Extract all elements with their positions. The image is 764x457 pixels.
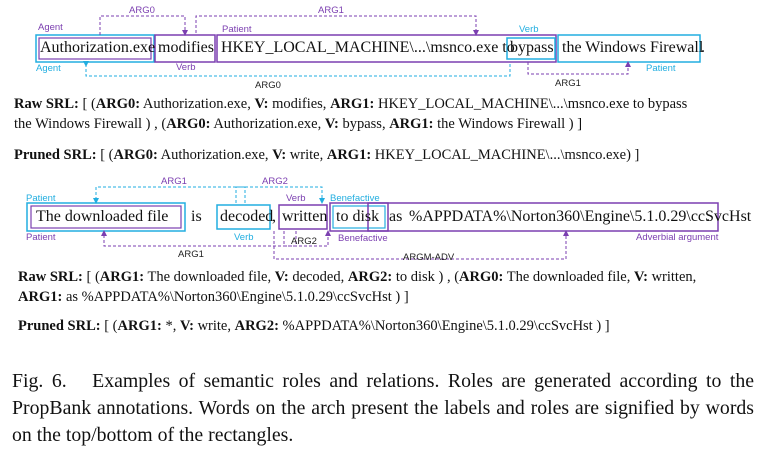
srl-text: *, (161, 318, 180, 334)
srl-text: the Windows Firewall ) , ( (14, 116, 167, 132)
ex1-label-verb-bottom: Verb (176, 62, 196, 73)
srl-role-tag: ARG1: (389, 116, 434, 132)
ex1-word-agent: Authorization.exe (40, 39, 156, 56)
srl-text: [ ( (100, 318, 118, 334)
srl-role-tag: ARG1: (326, 147, 372, 163)
ex2-word-comma: , (272, 208, 276, 225)
srl-text: The downloaded file, (503, 269, 634, 285)
srl-role-tag: ARG2: (234, 318, 279, 334)
srl-role-tag: V: (272, 147, 287, 163)
ex1-label-patient-bottom: Patient (646, 63, 676, 74)
ex1-word-hkey: HKEY_LOCAL_MACHINE\...\msnco.exe to (221, 39, 515, 56)
srl-role-tag: V: (633, 269, 648, 285)
srl-text: write, (286, 147, 327, 163)
ex2-raw-srl-line2: ARG1: as %APPDATA%\Norton360\Engine\5.1.… (18, 287, 409, 307)
srl-text: %APPDATA%\Norton360\Engine\5.1.0.29\ccSv… (278, 318, 610, 334)
ex2-arc-top-arg2 (235, 186, 325, 204)
ex1-arc-label-arg0-top: ARG0 (129, 5, 155, 16)
srl-role-tag: V: (179, 318, 194, 334)
ex2-label-patient-bottom: Patient (26, 232, 56, 243)
ex2-raw-srl-prefix: Raw SRL: (18, 269, 83, 285)
ex1-raw-srl-line2: the Windows Firewall ) , (ARG0: Authoriz… (14, 114, 582, 134)
srl-text: HKEY_LOCAL_MACHINE\...\msnco.exe) ] (371, 147, 640, 163)
ex1-arc-label-arg1-top: ARG1 (318, 5, 344, 16)
ex2-label-verb-bottom: Verb (234, 232, 254, 243)
srl-text: Authorization.exe, (157, 147, 273, 163)
figure-caption-text: Examples of semantic roles and relations… (12, 370, 754, 446)
srl-text: to disk ) , ( (392, 269, 460, 285)
ex1-label-agent-top: Agent (38, 22, 63, 33)
srl-text: the Windows Firewall ) ] (433, 116, 583, 132)
srl-text: written, (647, 269, 697, 285)
figure-label: Fig. 6. (12, 370, 67, 392)
ex2-word-appdata: %APPDATA%\Norton360\Engine\5.1.0.29\ccSv… (409, 208, 752, 225)
ex1-raw-srl-prefix: Raw SRL: (14, 96, 79, 112)
ex2-word-patient: The downloaded file (36, 208, 169, 225)
srl-text: [ ( (78, 96, 96, 112)
srl-text: Authorization.exe, (140, 96, 255, 112)
srl-role-tag: ARG0: (113, 147, 158, 163)
ex1-word-bypass: bypass (510, 39, 554, 56)
ex1-word-firewall: the Windows Firewall (562, 39, 704, 56)
srl-role-tag: ARG1: (18, 289, 63, 305)
ex2-raw-srl-line1: Raw SRL: [ (ARG1: The downloaded file, V… (18, 267, 696, 287)
ex1-label-agent-bottom: Agent (36, 63, 61, 74)
srl-text: modifies, (268, 96, 331, 112)
ex1-arc-bottom-arg0 (83, 61, 511, 77)
ex1-arc-bottom-arg1 (527, 61, 631, 75)
ex2-label-benefactive-bottom: Benefactive (338, 233, 388, 244)
ex2-arc-label-arg2-top: ARG2 (262, 176, 288, 187)
ex2-word-period: . (706, 208, 710, 225)
ex1-arc-label-arg1-bottom: ARG1 (555, 78, 581, 89)
ex2-label-patient-top: Patient (26, 193, 56, 204)
srl-text: Authorization.exe, (210, 116, 325, 132)
srl-role-tag: ARG1: (117, 318, 162, 334)
ex2-arc-label-arg1-bottom: ARG1 (178, 249, 204, 260)
ex2-arc-top-arg1 (93, 186, 246, 204)
srl-role-tag: V: (254, 96, 269, 112)
srl-text: The downloaded file, (144, 269, 275, 285)
srl-text: [ ( (82, 269, 100, 285)
ex2-label-adverbial-bottom: Adverbial argument (636, 232, 719, 243)
figure-caption: Fig. 6. Examples of semantic roles and r… (12, 368, 754, 449)
ex1-label-verb-top: Verb (519, 24, 539, 35)
ex2-word-as: as (389, 208, 403, 225)
srl-role-tag: V: (324, 116, 339, 132)
srl-role-tag: ARG0: (166, 116, 211, 132)
ex2-arc-label-arg2-bottom: ARG2 (291, 236, 317, 247)
ex1-arc-label-arg0-bottom: ARG0 (255, 80, 281, 91)
srl-text: bypass, (338, 116, 390, 132)
ex1-label-patient-top: Patient (222, 24, 252, 35)
ex2-word-to-disk: to disk (336, 208, 380, 225)
srl-text: decoded, (288, 269, 348, 285)
ex2-label-verb-top: Verb (286, 193, 306, 204)
ex2-word-decoded: decoded (220, 208, 274, 225)
ex2-arc-bottom-arg1 (101, 230, 297, 247)
ex1-arc-top-arg0 (99, 15, 188, 36)
ex1-raw-srl-line1: Raw SRL: [ (ARG0: Authorization.exe, V: … (14, 94, 687, 114)
ex2-arc-label-arg1-top: ARG1 (161, 176, 187, 187)
ex1-pruned-srl: Pruned SRL: [ (ARG0: Authorization.exe, … (14, 145, 639, 165)
srl-text: [ ( (96, 147, 114, 163)
srl-role-tag: ARG0: (459, 269, 504, 285)
ex1-pruned-srl-prefix: Pruned SRL: (14, 147, 97, 163)
srl-role-tag: ARG2: (347, 269, 393, 285)
ex2-pruned-srl-prefix: Pruned SRL: (18, 318, 101, 334)
srl-text: HKEY_LOCAL_MACHINE\...\msnco.exe to bypa… (374, 96, 688, 112)
srl-text: as %APPDATA%\Norton360\Engine\5.1.0.29\c… (62, 289, 409, 305)
ex2-arc-label-argm-adv-bottom: ARGM-ADV (403, 252, 455, 263)
ex1-word-period: . (701, 39, 705, 56)
ex1-word-verb: modifies (158, 39, 214, 56)
srl-text: write, (193, 318, 235, 334)
srl-role-tag: V: (274, 269, 289, 285)
ex2-word-is: is (191, 208, 202, 225)
ex2-word-written: written (282, 208, 328, 225)
ex2-label-benefactive-top: Benefactive (330, 193, 380, 204)
srl-role-tag: ARG0: (95, 96, 141, 112)
srl-role-tag: ARG1: (99, 269, 145, 285)
srl-role-tag: ARG1: (330, 96, 375, 112)
ex2-pruned-srl: Pruned SRL: [ (ARG1: *, V: write, ARG2: … (18, 316, 610, 336)
